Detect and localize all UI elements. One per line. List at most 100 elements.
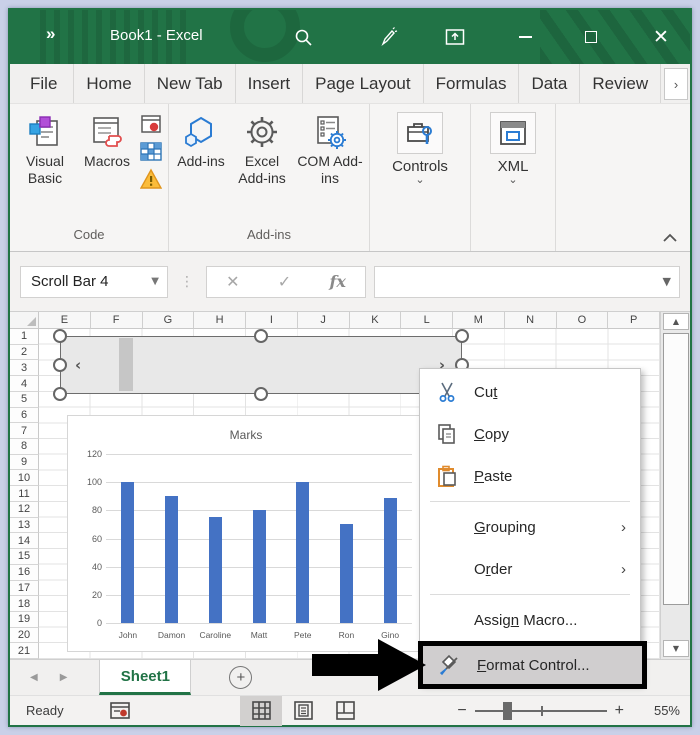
row-header-21[interactable]: 21: [10, 643, 39, 660]
column-header-O[interactable]: O: [556, 312, 609, 329]
tab-formulas[interactable]: Formulas: [424, 64, 520, 103]
row-header-2[interactable]: 2: [10, 344, 39, 361]
row-header-6[interactable]: 6: [10, 407, 39, 424]
tab-insert[interactable]: Insert: [236, 64, 304, 103]
control-thumb[interactable]: [119, 338, 133, 391]
scroll-down-icon[interactable]: ▼: [663, 640, 689, 657]
zoom-in-button[interactable]: +: [607, 702, 632, 720]
record-macro-status-icon[interactable]: [109, 702, 130, 719]
selection-handle[interactable]: [53, 387, 67, 401]
close-button[interactable]: ✕: [648, 24, 674, 50]
sheet-tab-sheet1[interactable]: Sheet1: [99, 660, 192, 695]
insert-function-icon[interactable]: fx: [329, 272, 345, 291]
selection-handle[interactable]: [455, 329, 469, 343]
controls-button[interactable]: Controls ⌄: [378, 110, 462, 185]
column-header-P[interactable]: P: [608, 312, 660, 329]
record-macro-icon[interactable]: [140, 114, 162, 136]
tell-me-pen-icon[interactable]: [375, 24, 401, 50]
menu-item-cut[interactable]: Cut: [420, 371, 640, 413]
tab-file[interactable]: File: [10, 64, 75, 103]
column-header-M[interactable]: M: [453, 312, 505, 329]
tab-data[interactable]: Data: [519, 64, 581, 103]
vertical-scrollbar-thumb[interactable]: [663, 333, 689, 605]
zoom-slider[interactable]: [474, 696, 607, 726]
xml-button[interactable]: XML ⌄: [481, 110, 545, 185]
column-header-L[interactable]: L: [401, 312, 453, 329]
zoom-level[interactable]: 55%: [636, 703, 680, 718]
row-header-12[interactable]: 12: [10, 501, 39, 518]
row-header-17[interactable]: 17: [10, 580, 39, 597]
ribbon-display-options-icon[interactable]: [442, 24, 468, 50]
tab-new-tab[interactable]: New Tab: [145, 64, 236, 103]
menu-item-format-control[interactable]: Format Control...: [418, 641, 647, 689]
control-left-arrow-icon[interactable]: ‹: [75, 356, 81, 374]
row-header-13[interactable]: 13: [10, 517, 39, 534]
next-sheet-icon[interactable]: ▶: [60, 672, 68, 683]
enter-icon[interactable]: ✓: [278, 272, 291, 291]
row-header-3[interactable]: 3: [10, 360, 39, 377]
cancel-icon[interactable]: ✕: [226, 272, 239, 291]
menu-item-order[interactable]: Order ›: [420, 548, 640, 590]
tab-review[interactable]: Review: [580, 64, 662, 103]
formula-bar-grip[interactable]: ⋮: [180, 274, 194, 290]
tab-home[interactable]: Home: [74, 64, 145, 103]
expand-formula-bar-icon[interactable]: ▼: [663, 275, 671, 288]
page-break-preview-button[interactable]: [324, 696, 366, 726]
maximize-button[interactable]: [578, 24, 604, 50]
row-header-5[interactable]: 5: [10, 391, 39, 408]
tab-page-layout[interactable]: Page Layout: [303, 64, 424, 103]
row-header-15[interactable]: 15: [10, 549, 39, 565]
selection-handle[interactable]: [254, 329, 268, 343]
selection-handle[interactable]: [254, 387, 268, 401]
column-header-I[interactable]: I: [246, 312, 298, 329]
row-header-11[interactable]: 11: [10, 486, 39, 502]
row-header-4[interactable]: 4: [10, 376, 39, 392]
tab-overflow-button[interactable]: ›: [664, 68, 688, 100]
select-all-corner[interactable]: [10, 312, 39, 329]
menu-item-paste[interactable]: Paste: [420, 455, 640, 497]
column-header-J[interactable]: J: [297, 312, 350, 329]
row-header-8[interactable]: 8: [10, 439, 39, 455]
zoom-out-button[interactable]: −: [449, 702, 474, 720]
scrollbar-form-control[interactable]: ‹ ›: [60, 336, 462, 394]
macros-button[interactable]: Macros: [76, 110, 138, 170]
minimize-button[interactable]: [512, 24, 538, 50]
relative-references-icon[interactable]: [140, 141, 162, 163]
formula-input[interactable]: ▼: [374, 265, 680, 298]
menu-item-grouping[interactable]: Grouping ›: [420, 506, 640, 548]
prev-sheet-icon[interactable]: ◀: [30, 672, 38, 683]
column-header-E[interactable]: E: [39, 312, 91, 329]
excel-add-ins-button[interactable]: Excel Add-ins: [229, 110, 295, 187]
row-header-18[interactable]: 18: [10, 596, 39, 612]
row-header-1[interactable]: 1: [10, 329, 39, 345]
row-header-10[interactable]: 10: [10, 470, 39, 487]
row-header-14[interactable]: 14: [10, 533, 39, 550]
menu-item-copy[interactable]: Copy: [420, 413, 640, 455]
column-header-G[interactable]: G: [142, 312, 195, 329]
row-header-20[interactable]: 20: [10, 627, 39, 644]
macro-security-warning-icon[interactable]: [140, 168, 162, 190]
menu-item-assign-macro[interactable]: Assign Macro...: [420, 599, 640, 641]
zoom-slider-thumb[interactable]: [502, 701, 512, 720]
column-header-N[interactable]: N: [504, 312, 557, 329]
add-ins-button[interactable]: Add-ins: [173, 110, 229, 170]
row-header-19[interactable]: 19: [10, 611, 39, 628]
selection-handle[interactable]: [53, 329, 67, 343]
page-layout-view-button[interactable]: [282, 696, 324, 726]
search-icon[interactable]: [290, 24, 316, 50]
row-header-9[interactable]: 9: [10, 454, 39, 471]
quick-access-overflow-button[interactable]: »: [46, 24, 56, 44]
add-sheet-button[interactable]: +: [229, 666, 253, 689]
visual-basic-button[interactable]: Visual Basic: [14, 110, 76, 187]
selection-handle[interactable]: [53, 358, 67, 372]
name-box[interactable]: Scroll Bar 4 ▼: [20, 265, 168, 298]
column-header-H[interactable]: H: [194, 312, 246, 329]
column-header-K[interactable]: K: [349, 312, 402, 329]
bar-chart[interactable]: Marks 0 20 40 60 80 100 120 John Damon Caroline Ma…: [67, 415, 425, 652]
row-header-7[interactable]: 7: [10, 423, 39, 440]
scroll-up-icon[interactable]: ▲: [663, 313, 689, 330]
normal-view-button[interactable]: [240, 695, 282, 726]
vertical-scrollbar[interactable]: ▲ ▼: [660, 312, 690, 659]
com-add-ins-button[interactable]: COM Add-ins: [295, 110, 365, 187]
chevron-down-icon[interactable]: ▼: [151, 276, 167, 287]
